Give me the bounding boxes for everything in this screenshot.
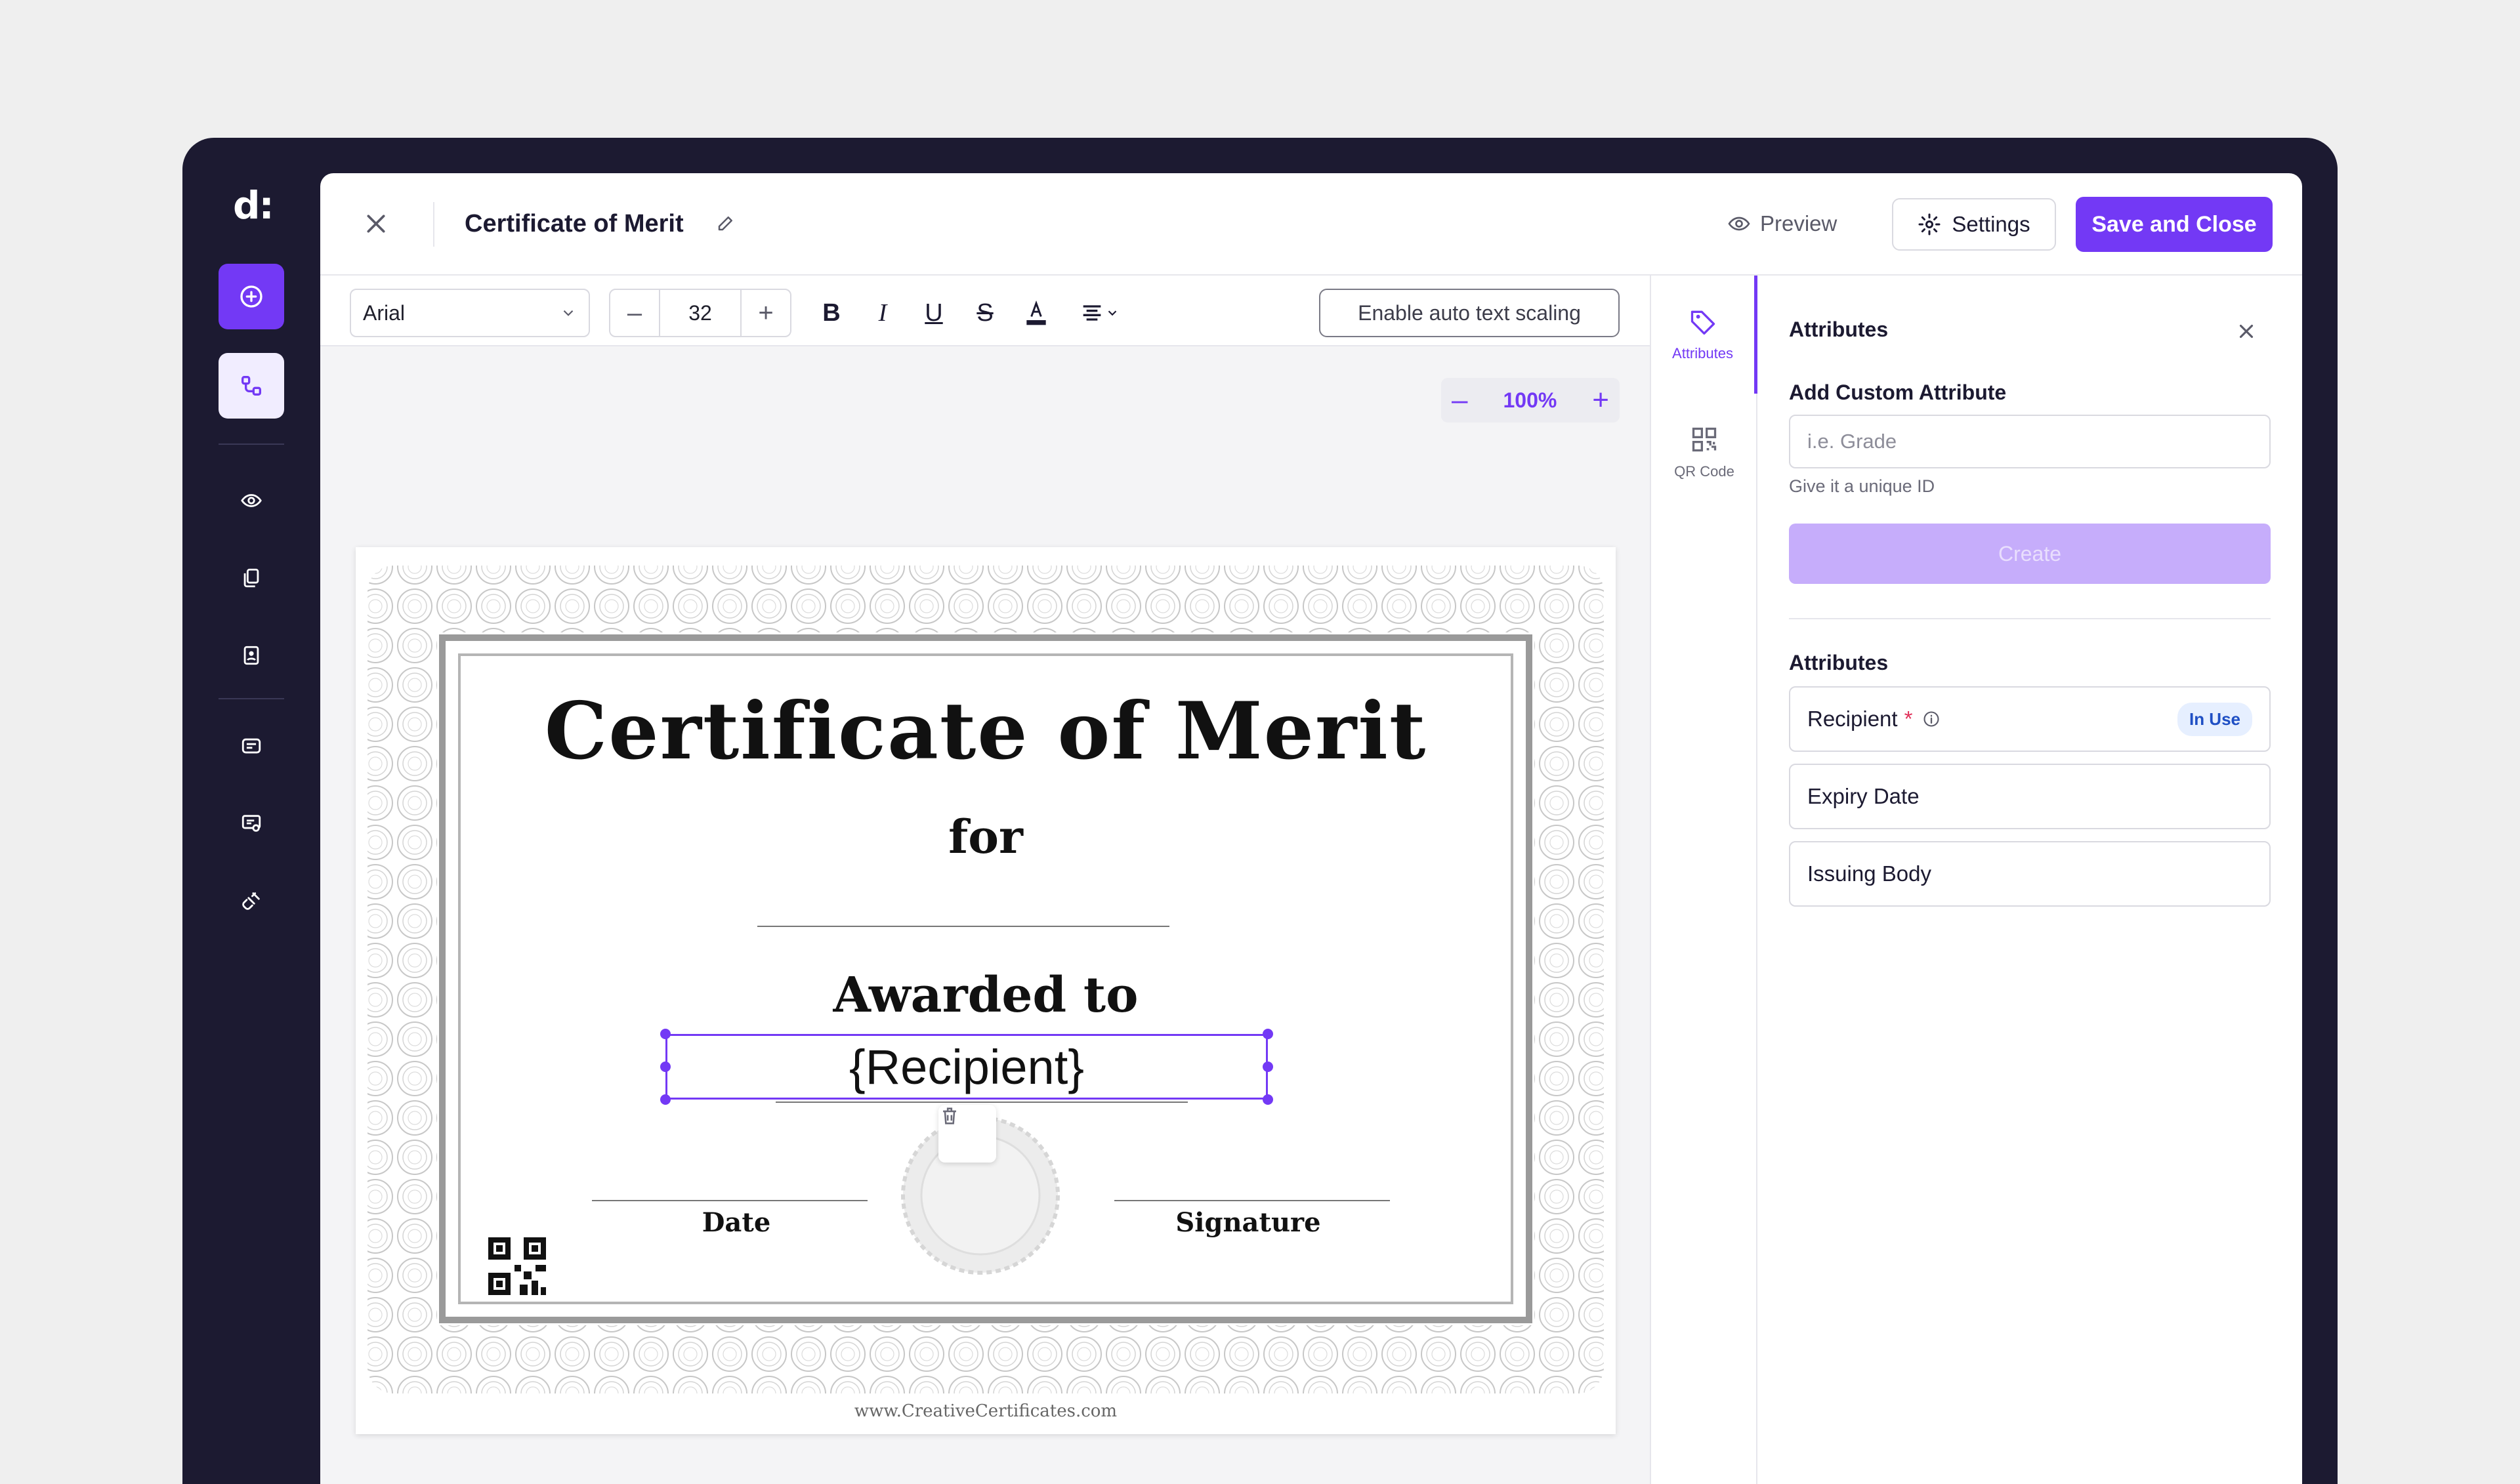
signature-label[interactable]: Signature bbox=[1110, 1207, 1386, 1238]
attribute-name-input[interactable] bbox=[1789, 415, 2271, 468]
rail-documents-button[interactable] bbox=[235, 562, 268, 594]
attribute-item-issuing-body[interactable]: Issuing Body bbox=[1789, 841, 2271, 907]
required-marker: * bbox=[1904, 707, 1913, 731]
pencil-icon bbox=[718, 216, 732, 231]
header-divider bbox=[433, 202, 434, 247]
increase-size-button[interactable]: + bbox=[742, 290, 790, 336]
date-label[interactable]: Date bbox=[598, 1207, 874, 1238]
attributes-list-heading: Attributes bbox=[1789, 651, 1889, 674]
plug-icon bbox=[242, 892, 260, 910]
qr-code-icon bbox=[1692, 427, 1717, 452]
rail-integrations-button[interactable] bbox=[235, 884, 268, 917]
text-color-icon bbox=[1026, 300, 1046, 325]
certificate-page: Certificate of Merit for Awarded to {Rec… bbox=[356, 547, 1616, 1434]
align-center-icon bbox=[1083, 305, 1101, 321]
settings-button[interactable]: Settings bbox=[1892, 198, 2056, 251]
close-editor-button[interactable] bbox=[360, 207, 392, 240]
rail-divider bbox=[219, 443, 284, 445]
rail-credentials-button[interactable] bbox=[235, 730, 268, 762]
panel-divider bbox=[1789, 618, 2271, 619]
font-family-select[interactable]: Arial bbox=[350, 289, 590, 337]
preview-label: Preview bbox=[1760, 211, 1838, 236]
tag-icon bbox=[1690, 310, 1715, 335]
resize-handle[interactable] bbox=[1263, 1029, 1273, 1039]
resize-handle[interactable] bbox=[660, 1029, 671, 1039]
rail-view-button[interactable] bbox=[235, 484, 268, 517]
eye-icon bbox=[1728, 216, 1750, 231]
zoom-control: – 100% + bbox=[1441, 378, 1620, 423]
chevron-down-icon bbox=[1108, 310, 1117, 316]
panel-title: Attributes bbox=[1789, 318, 1889, 341]
font-size-stepper: – 32 + bbox=[609, 289, 791, 337]
save-and-close-button[interactable]: Save and Close bbox=[2076, 197, 2273, 252]
id-badge-icon bbox=[243, 646, 259, 665]
attribute-name: Expiry Date bbox=[1807, 784, 1920, 808]
settings-label: Settings bbox=[1952, 212, 2030, 236]
credential-icon bbox=[242, 738, 261, 754]
side-tab-bar: Attributes QR Code bbox=[1650, 276, 1757, 1484]
tab-attributes-label: Attributes bbox=[1672, 345, 1733, 361]
delete-element-button[interactable] bbox=[938, 1105, 996, 1163]
attribute-item-expiry-date[interactable]: Expiry Date bbox=[1789, 764, 2271, 829]
resize-handle[interactable] bbox=[1263, 1061, 1273, 1072]
rail-divider bbox=[219, 698, 284, 699]
certificate-heading[interactable]: Certificate of Merit bbox=[356, 685, 1616, 777]
logo: d: bbox=[233, 183, 274, 228]
auto-text-scaling-button[interactable]: Enable auto text scaling bbox=[1319, 289, 1620, 337]
attribute-hint: Give it a unique ID bbox=[1789, 476, 1935, 496]
documents-icon bbox=[243, 568, 259, 588]
rename-button[interactable] bbox=[713, 210, 739, 236]
alignment-dropdown[interactable] bbox=[1070, 295, 1129, 331]
recipient-text-field[interactable]: {Recipient} bbox=[665, 1034, 1268, 1100]
plus-circle-icon bbox=[240, 285, 262, 308]
resize-handle[interactable] bbox=[660, 1094, 671, 1105]
certificate-url: www.CreativeCertificates.com bbox=[854, 1401, 1118, 1421]
workflow-icon bbox=[242, 376, 261, 396]
close-icon bbox=[2239, 324, 2254, 339]
underline-button[interactable]: U bbox=[916, 295, 952, 331]
font-size-value[interactable]: 32 bbox=[659, 290, 742, 336]
attribute-name: Recipient bbox=[1807, 707, 1898, 731]
attributes-panel: Attributes Add Custom Attribute Give it … bbox=[1757, 276, 2302, 1484]
create-attribute-button[interactable]: Create bbox=[1789, 524, 2271, 584]
status-badge: In Use bbox=[2177, 702, 2252, 736]
trash-icon bbox=[943, 1107, 956, 1124]
tab-qr-code[interactable]: QR Code bbox=[1651, 394, 1757, 512]
font-family-value: Arial bbox=[363, 300, 406, 325]
page-title: Certificate of Merit bbox=[465, 210, 684, 237]
close-icon bbox=[367, 215, 385, 233]
strikethrough-button[interactable]: S bbox=[967, 295, 1003, 331]
info-icon[interactable] bbox=[1922, 709, 1941, 729]
certificate-template-icon bbox=[242, 815, 261, 832]
tab-qr-code-label: QR Code bbox=[1674, 463, 1734, 480]
add-button[interactable] bbox=[219, 264, 284, 329]
workflow-button[interactable] bbox=[219, 353, 284, 419]
resize-handle[interactable] bbox=[660, 1061, 671, 1072]
tab-attributes[interactable]: Attributes bbox=[1651, 276, 1757, 394]
text-color-button[interactable] bbox=[1018, 295, 1054, 331]
italic-button[interactable]: I bbox=[865, 295, 900, 331]
text-toolbar: Arial – 32 + B I U S Enable auto text sc… bbox=[320, 276, 1650, 346]
zoom-level: 100% bbox=[1503, 388, 1557, 412]
rail-badge-button[interactable] bbox=[235, 639, 268, 672]
header-bar: Certificate of Merit Preview Settings Sa… bbox=[320, 173, 2302, 276]
add-attribute-heading: Add Custom Attribute bbox=[1789, 381, 2007, 404]
zoom-in-button[interactable]: + bbox=[1592, 384, 1609, 417]
gear-icon bbox=[1918, 213, 1941, 236]
attribute-item-recipient[interactable]: Recipient * In Use bbox=[1789, 686, 2271, 752]
bold-button[interactable]: B bbox=[814, 295, 849, 331]
zoom-out-button[interactable]: – bbox=[1452, 384, 1467, 417]
close-panel-button[interactable] bbox=[2230, 315, 2263, 348]
certificate-for-text[interactable]: for bbox=[356, 810, 1616, 864]
preview-button[interactable]: Preview bbox=[1727, 207, 1837, 240]
editor-window: Certificate of Merit Preview Settings Sa… bbox=[320, 173, 2302, 1484]
awarded-to-text[interactable]: Awarded to bbox=[356, 967, 1616, 1023]
attribute-name: Issuing Body bbox=[1807, 861, 1931, 886]
chevron-down-icon bbox=[563, 310, 574, 316]
rail-templates-button[interactable] bbox=[235, 807, 268, 840]
eye-icon bbox=[241, 494, 262, 507]
resize-handle[interactable] bbox=[1263, 1094, 1273, 1105]
decrease-size-button[interactable]: – bbox=[610, 290, 659, 336]
